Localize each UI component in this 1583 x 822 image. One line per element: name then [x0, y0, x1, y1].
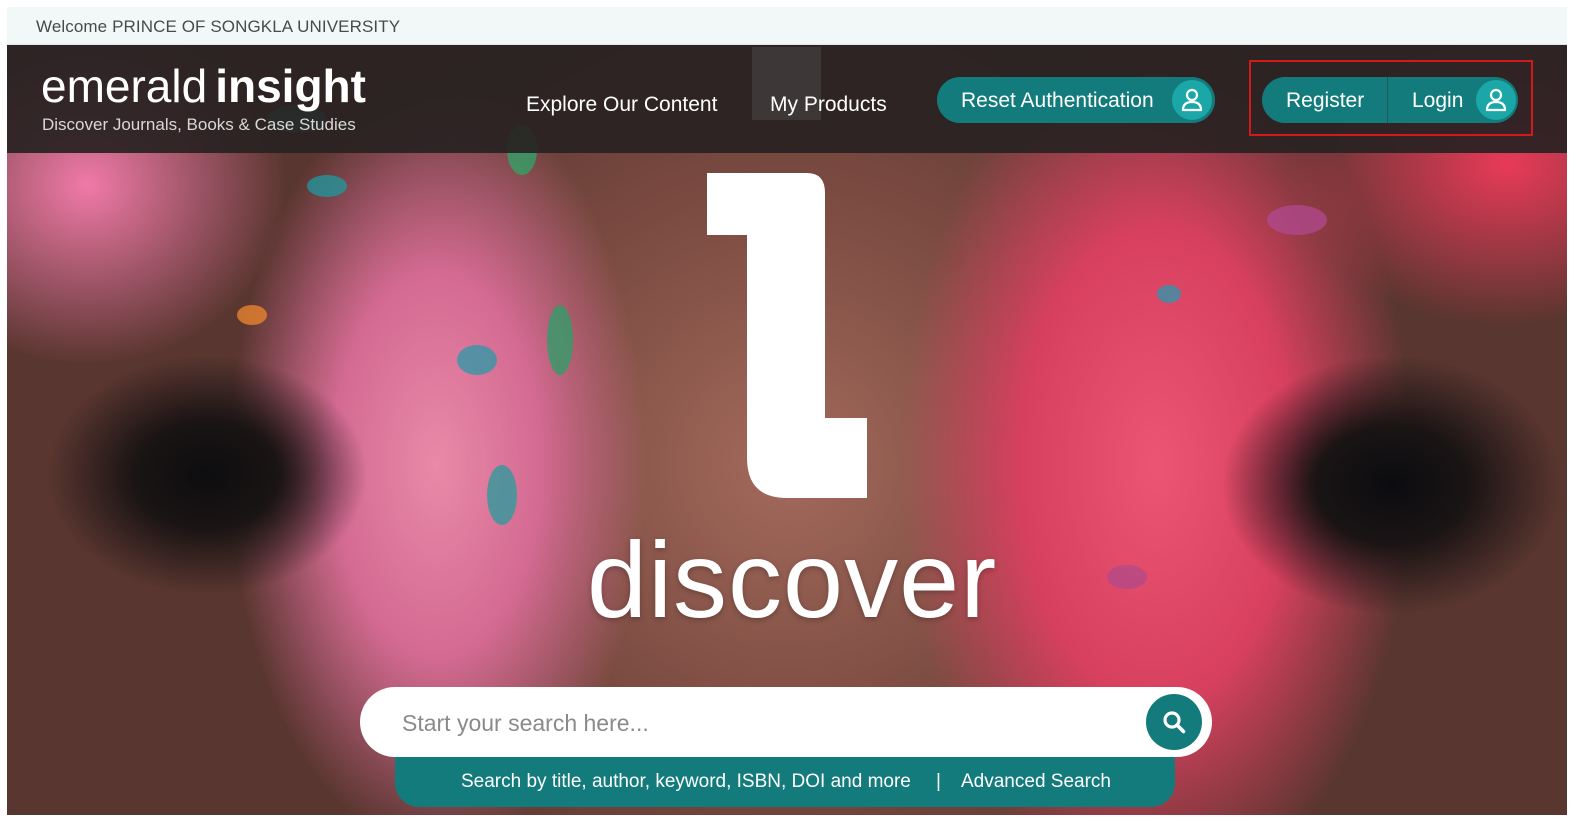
- search-hint-bar: Search by title, author, keyword, ISBN, …: [395, 757, 1175, 807]
- paint-speck: [547, 305, 573, 375]
- logo-bold-text: insight: [215, 60, 366, 112]
- paint-speck: [1107, 565, 1147, 589]
- register-login-highlight: [1249, 60, 1533, 136]
- site-header: emerald insight Discover Journals, Books …: [7, 45, 1567, 153]
- search-hint-text: Search by title, author, keyword, ISBN, …: [461, 771, 911, 792]
- reset-authentication-label: Reset Authentication: [961, 89, 1154, 112]
- user-icon: [1172, 80, 1212, 120]
- paint-speck: [237, 305, 267, 325]
- emerald-insight-logo[interactable]: emerald insight: [41, 63, 366, 109]
- search-button[interactable]: [1146, 694, 1202, 750]
- nav-my-products[interactable]: My Products: [770, 93, 887, 117]
- paint-speck: [1157, 285, 1181, 303]
- welcome-bar: Welcome PRINCE OF SONGKLA UNIVERSITY: [7, 7, 1567, 45]
- paint-speck: [1267, 205, 1327, 235]
- logo-light-text: emerald: [41, 60, 208, 112]
- hero-headline: discover: [587, 519, 998, 640]
- search-icon: [1163, 711, 1186, 734]
- paint-speck: [307, 175, 347, 197]
- search-box: [360, 687, 1212, 757]
- search-input[interactable]: [400, 699, 1124, 747]
- logo-tagline: Discover Journals, Books & Case Studies: [42, 115, 356, 134]
- paint-speck: [457, 345, 497, 375]
- reset-authentication-button[interactable]: Reset Authentication: [937, 77, 1215, 123]
- paint-speck: [487, 465, 517, 525]
- welcome-text: Welcome PRINCE OF SONGKLA UNIVERSITY: [36, 17, 401, 36]
- nav-explore-our-content[interactable]: Explore Our Content: [526, 93, 717, 117]
- advanced-search-link[interactable]: Advanced Search: [961, 771, 1111, 793]
- insight-i-icon: [707, 173, 867, 498]
- search-hint-separator: |: [936, 771, 941, 792]
- page-frame: Welcome PRINCE OF SONGKLA UNIVERSITY eme…: [7, 7, 1567, 815]
